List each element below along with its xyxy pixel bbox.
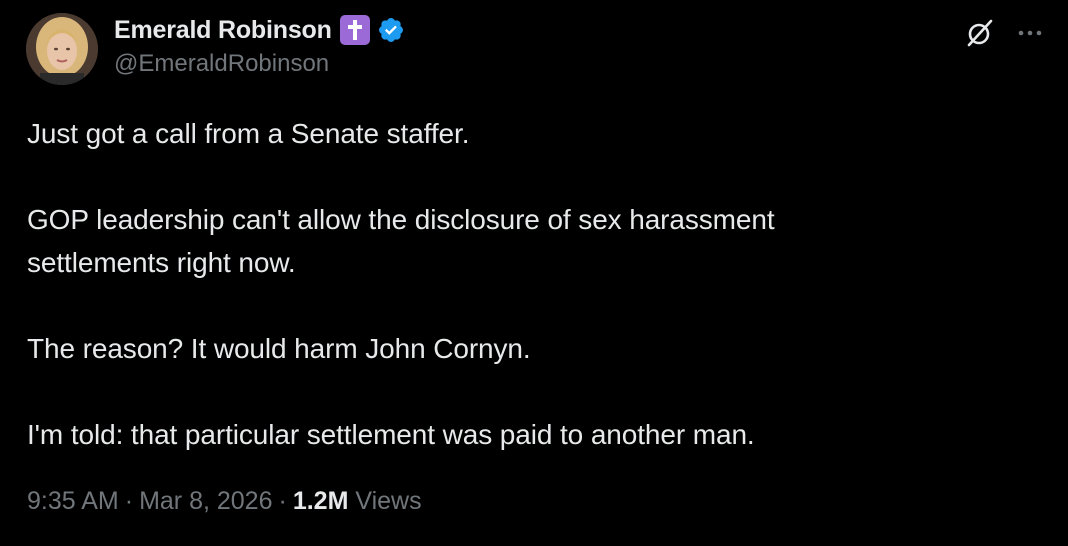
tweet-metadata: 9:35 AM · Mar 8, 2026 · 1.2M Views — [27, 487, 422, 516]
grok-icon[interactable] — [964, 17, 996, 49]
separator: · — [124, 487, 134, 515]
author-handle[interactable]: @EmeraldRobinson — [114, 50, 329, 78]
tweet-time: 9:35 AM — [27, 487, 119, 515]
views-count[interactable]: 1.2M — [293, 487, 349, 515]
avatar-image — [26, 13, 98, 85]
author-display-name[interactable]: Emerald Robinson — [114, 16, 332, 45]
tweet-paragraph: GOP leadership can't allow the disclosur… — [27, 204, 775, 278]
tweet-timestamp-link[interactable]: 9:35 AM · Mar 8, 2026 — [27, 487, 272, 515]
more-options-icon[interactable] — [1014, 17, 1046, 49]
tweet-card: Emerald Robinson @EmeraldRobinson Just g… — [0, 0, 1068, 546]
views-label: Views — [355, 487, 422, 515]
tweet-paragraph: The reason? It would harm John Cornyn. — [27, 333, 531, 364]
separator: · — [278, 487, 287, 515]
verified-badge-icon[interactable] — [376, 15, 406, 45]
cross-emoji-icon — [339, 15, 370, 45]
tweet-date: Mar 8, 2026 — [139, 487, 273, 515]
author-name-row: Emerald Robinson — [114, 12, 406, 48]
tweet-paragraph: Just got a call from a Senate staffer. — [27, 118, 470, 149]
avatar[interactable] — [26, 13, 98, 85]
tweet-paragraph: I'm told: that particular settlement was… — [27, 419, 755, 450]
tweet-text: Just got a call from a Senate staffer. G… — [27, 112, 1027, 456]
